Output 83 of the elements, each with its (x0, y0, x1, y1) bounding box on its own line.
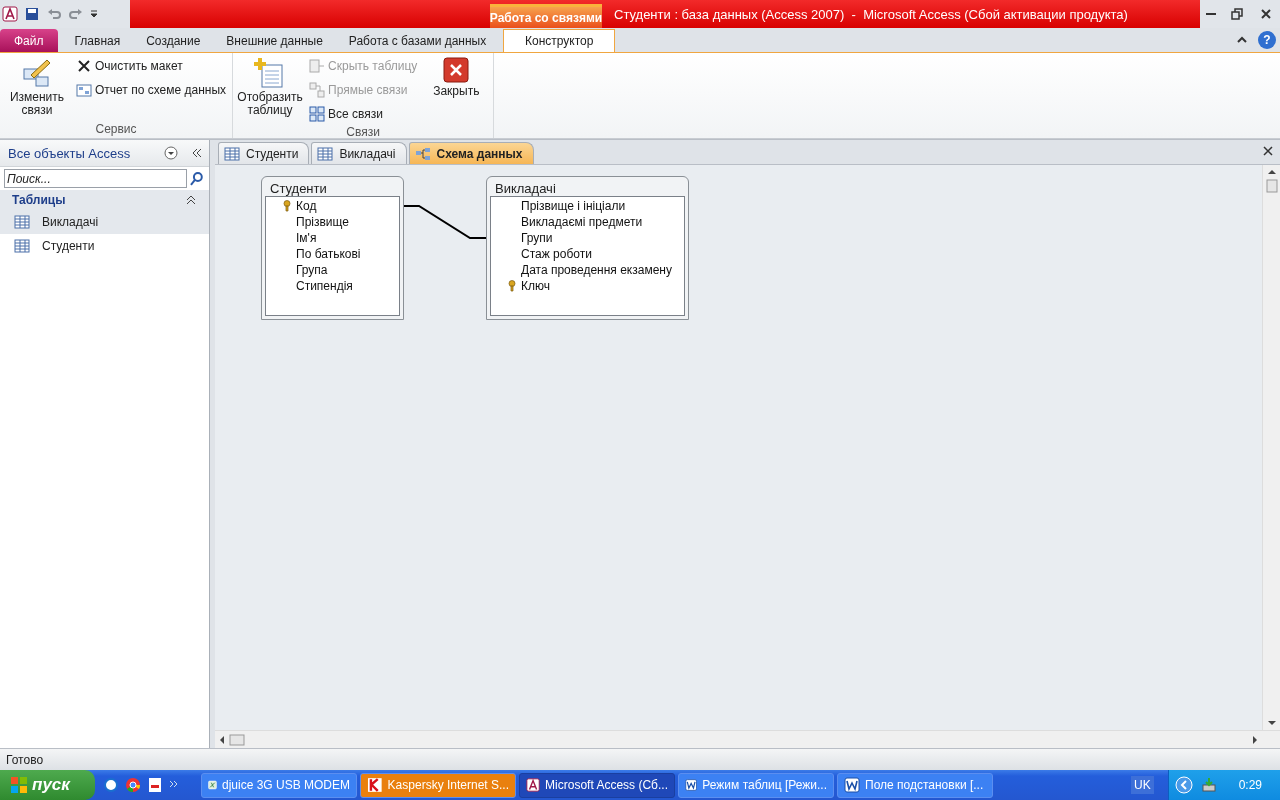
k-logo-icon (367, 777, 383, 793)
key-icon (508, 280, 516, 292)
help-button[interactable]: ? (1258, 31, 1276, 49)
show-hidden-icon (1174, 776, 1193, 794)
modem-icon (208, 777, 217, 793)
save-icon (24, 6, 40, 22)
ribbon-button[interactable]: Отобразить таблицу (237, 55, 304, 125)
clock: 0:29 (1238, 778, 1262, 792)
table-icon (224, 145, 240, 162)
group-label: Сервис (94, 122, 138, 138)
ribbon-tab[interactable]: Внешние данные (213, 29, 336, 52)
ribbon-tab[interactable]: Главная (61, 29, 134, 52)
group-header[interactable]: Таблицы (0, 190, 209, 210)
ribbon-button[interactable]: Закрыть (423, 55, 490, 125)
ribbon-tab[interactable]: Работа с базами данных (335, 29, 500, 52)
ribbon-button[interactable]: Изменить связи (4, 55, 70, 122)
relationships-grid-icon (309, 106, 326, 122)
ribbon-tab[interactable]: Создание (133, 29, 214, 52)
field-name[interactable]: Ім'я (296, 231, 317, 245)
field-name[interactable]: Дата проведення екзамену (521, 263, 672, 277)
pencil-tables-icon (21, 57, 53, 89)
document-tab[interactable]: Викладачі (311, 142, 407, 164)
redo-icon (68, 6, 84, 22)
table-icon (14, 214, 30, 230)
word-icon (844, 777, 860, 793)
nav-item[interactable]: Студенти (0, 234, 209, 258)
key-icon (283, 200, 291, 212)
taskbar-button[interactable]: Режим таблиц [Режи... (678, 772, 834, 798)
ribbon-button[interactable]: Очистить макет (74, 55, 229, 77)
dropdown-icon (163, 145, 179, 161)
field-name[interactable]: Викладаємі предмети (521, 215, 643, 229)
report-icon (76, 82, 92, 98)
table-window[interactable]: Викладачі Прізвище і ініціали Викладаємі предмети Групи Стаж роботи Дата проведення екзамену Ключ (486, 176, 689, 320)
ribbon-tab[interactable]: Файл (0, 29, 58, 52)
table-title: Викладачі (494, 180, 557, 196)
field-name[interactable]: Стипендія (296, 279, 353, 293)
close-icon (1262, 144, 1274, 157)
field-name[interactable]: Групи (521, 231, 553, 245)
field-name[interactable]: Ключ (521, 279, 550, 293)
taskbar-button[interactable]: Microsoft Access (Сб... (519, 772, 675, 798)
ribbon-tab[interactable]: Конструктор (503, 29, 616, 52)
field-name[interactable]: Стаж роботи (521, 247, 592, 261)
restore-icon (1229, 6, 1245, 22)
search-icon (189, 170, 205, 187)
network-icon (1200, 777, 1217, 793)
search-field[interactable]: Поиск... (4, 169, 188, 188)
diagram-icon (414, 145, 431, 162)
window-title: Студенти : база данных (Access 2007) - Microsoft Access (Сбой активации продукта) (613, 5, 1128, 24)
group-label: Связи (345, 125, 381, 139)
chrome-icon (125, 777, 141, 793)
close-icon (443, 57, 470, 83)
minimize-icon (1206, 13, 1217, 15)
field-name[interactable]: Прізвище (296, 215, 349, 229)
hide-table-icon (309, 58, 326, 74)
access-icon (526, 777, 541, 793)
field-name[interactable]: Група (296, 263, 328, 277)
cross-icon (76, 58, 92, 74)
language-indicator[interactable]: UK (1130, 776, 1154, 794)
status-text: Готово (6, 752, 44, 767)
undo-icon (46, 6, 62, 22)
start-button[interactable]: пуск (0, 770, 95, 800)
word-icon (685, 777, 698, 793)
table-title: Студенти (269, 180, 328, 196)
document-tab[interactable]: Схема данных (408, 142, 534, 164)
ribbon-button[interactable]: Отчет по схеме данных (74, 79, 229, 101)
taskbar-button[interactable]: Поле подстановки [... (837, 772, 993, 798)
table-icon (317, 145, 334, 162)
taskbar-button[interactable]: djuice 3G USB MODEM (201, 772, 357, 798)
field-name[interactable]: Код (296, 199, 317, 213)
floppy-icon (147, 777, 163, 793)
ribbon-button[interactable]: Все связи (307, 103, 420, 125)
windows-logo-icon (10, 776, 28, 794)
nav-pane-title: Все объекты Access (8, 145, 132, 161)
nav-item[interactable]: Викладачі (0, 210, 209, 234)
access-icon (2, 6, 18, 22)
contextual-tab-group: Работа со связями (490, 4, 602, 28)
group-title: Таблицы (12, 193, 66, 207)
table-window[interactable]: Студенти Код Прізвище Ім'я По батькові Група Стипендія (261, 176, 404, 320)
table-icon (14, 238, 30, 254)
field-name[interactable]: По батькові (296, 247, 361, 261)
relationship-icon (309, 82, 326, 98)
field-name[interactable]: Прізвище і ініціали (521, 199, 626, 213)
document-tab[interactable]: Студенти (218, 142, 310, 164)
